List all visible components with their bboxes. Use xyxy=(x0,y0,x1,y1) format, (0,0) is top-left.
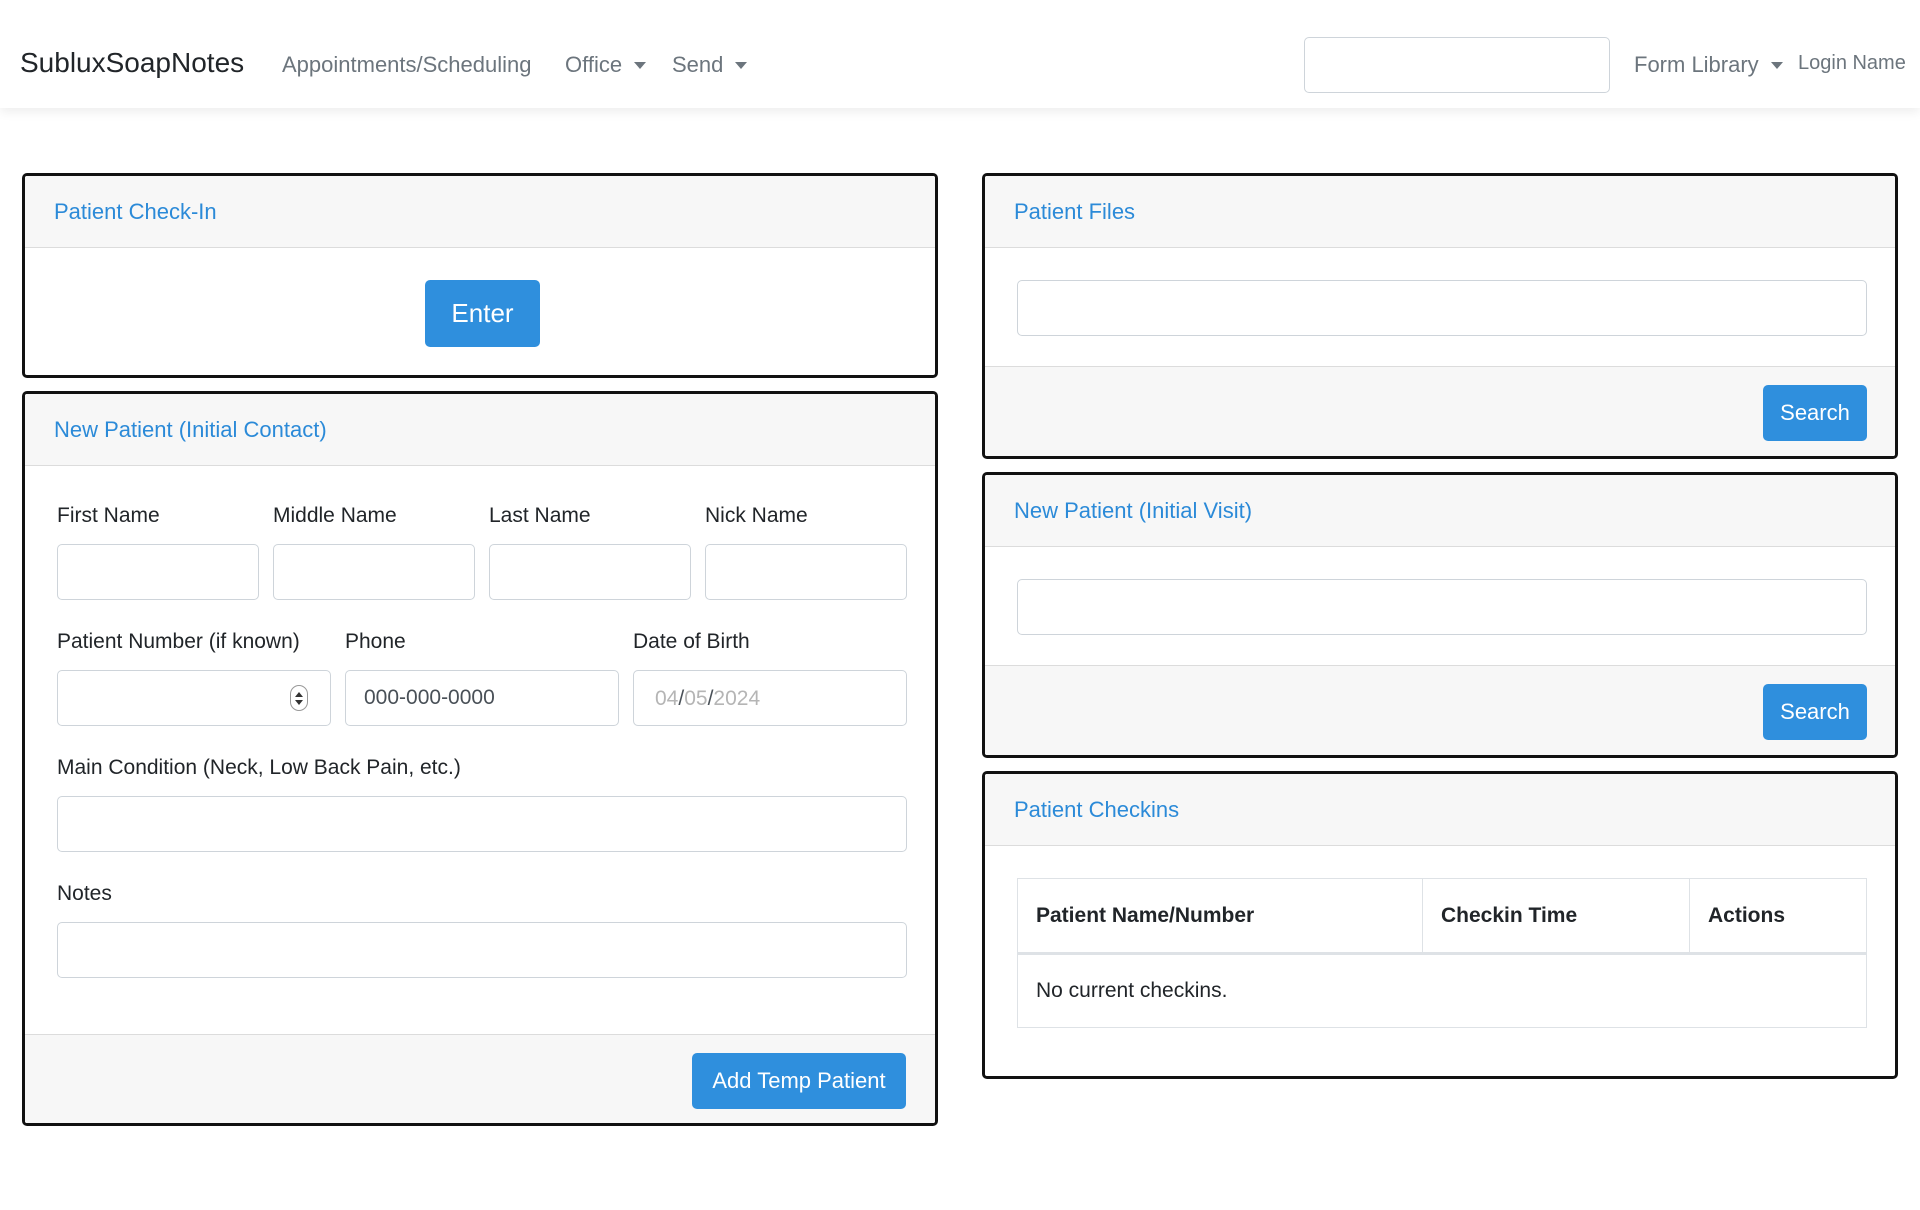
card-header: Patient Check-In xyxy=(25,176,935,248)
main-condition-label: Main Condition (Neck, Low Back Pain, etc… xyxy=(57,756,461,779)
notes-label: Notes xyxy=(57,882,112,905)
navbar-search-input[interactable] xyxy=(1304,37,1610,93)
card-title: Patient Check-In xyxy=(54,198,217,224)
caret-down-icon xyxy=(634,61,647,69)
patient-check-in-card: Patient Check-In Enter xyxy=(22,173,938,378)
empty-checkins-message: No current checkins. xyxy=(1036,979,1228,1002)
date-of-birth-label: Date of Birth xyxy=(633,630,750,653)
caret-down-icon xyxy=(1770,61,1783,69)
nav-form-library-dropdown[interactable]: Form Library xyxy=(1634,52,1783,78)
card-title: Patient Checkins xyxy=(1014,796,1180,822)
patient-checkins-card: Patient Checkins Patient Name/Number Che… xyxy=(982,771,1898,1079)
dob-year: 2024 xyxy=(713,687,761,710)
card-title: New Patient (Initial Contact) xyxy=(54,416,327,442)
nick-name-input[interactable] xyxy=(705,544,907,600)
last-name-label: Last Name xyxy=(489,504,591,527)
column-header-actions: Actions xyxy=(1708,903,1786,927)
enter-button[interactable]: Enter xyxy=(425,280,540,347)
card-title: Patient Files xyxy=(1014,198,1136,224)
middle-name-label: Middle Name xyxy=(273,504,397,527)
middle-name-input[interactable] xyxy=(273,544,475,600)
first-name-label: First Name xyxy=(57,504,160,527)
new-patient-visit-card: New Patient (Initial Visit) Search xyxy=(982,472,1898,758)
number-stepper-icon[interactable] xyxy=(290,685,308,711)
add-temp-patient-button[interactable]: Add Temp Patient xyxy=(692,1053,906,1109)
brand-logo[interactable]: SubluxSoapNotes xyxy=(20,47,244,79)
phone-input[interactable] xyxy=(345,670,619,726)
card-title: New Patient (Initial Visit) xyxy=(1014,497,1253,523)
nick-name-label: Nick Name xyxy=(705,504,808,527)
new-patient-contact-card: New Patient (Initial Contact) First Name… xyxy=(22,391,938,1126)
chevron-down-icon xyxy=(295,699,303,705)
card-header: Patient Checkins xyxy=(985,774,1895,846)
card-header: New Patient (Initial Contact) xyxy=(25,394,935,466)
table-header-divider xyxy=(1018,952,1866,955)
nav-login-name-label: Login Name xyxy=(1798,52,1906,74)
nav-login-name-link[interactable]: Login Name xyxy=(1798,52,1906,75)
card-footer: Search xyxy=(985,366,1895,456)
first-name-input[interactable] xyxy=(57,544,259,600)
nav-send-dropdown[interactable]: Send xyxy=(672,52,748,78)
column-header-patient: Patient Name/Number xyxy=(1018,879,1423,952)
nav-send-label: Send xyxy=(672,52,724,77)
new-patient-visit-search-button[interactable]: Search xyxy=(1763,684,1867,740)
dob-day: 05 xyxy=(684,687,708,710)
top-navbar: SubluxSoapNotes Appointments/Scheduling … xyxy=(0,0,1920,108)
nav-appointments-label: Appointments/Scheduling xyxy=(282,52,532,77)
patient-number-label: Patient Number (if known) xyxy=(57,630,300,653)
column-header-checkin-time: Checkin Time xyxy=(1423,879,1690,952)
card-header: New Patient (Initial Visit) xyxy=(985,475,1895,547)
card-footer: Search xyxy=(985,665,1895,755)
card-header: Patient Files xyxy=(985,176,1895,248)
date-of-birth-value: 04/05/2024 xyxy=(655,687,760,711)
main-condition-input[interactable] xyxy=(57,796,907,852)
patient-files-search-input[interactable] xyxy=(1017,280,1867,336)
dob-month: 04 xyxy=(655,687,679,710)
caret-down-icon xyxy=(735,61,748,69)
last-name-input[interactable] xyxy=(489,544,691,600)
notes-input[interactable] xyxy=(57,922,907,978)
nav-appointments-link[interactable]: Appointments/Scheduling xyxy=(282,52,532,78)
nav-office-label: Office xyxy=(565,52,623,77)
nav-form-library-label: Form Library xyxy=(1634,52,1759,77)
phone-label: Phone xyxy=(345,630,406,653)
new-patient-visit-search-input[interactable] xyxy=(1017,579,1867,635)
patient-files-card: Patient Files Search xyxy=(982,173,1898,459)
card-footer: Add Temp Patient xyxy=(25,1034,935,1123)
nav-office-dropdown[interactable]: Office xyxy=(565,52,647,78)
chevron-up-icon xyxy=(295,691,303,697)
checkins-table: Patient Name/Number Checkin Time Actions… xyxy=(1017,878,1867,1028)
patient-files-search-button[interactable]: Search xyxy=(1763,385,1867,441)
